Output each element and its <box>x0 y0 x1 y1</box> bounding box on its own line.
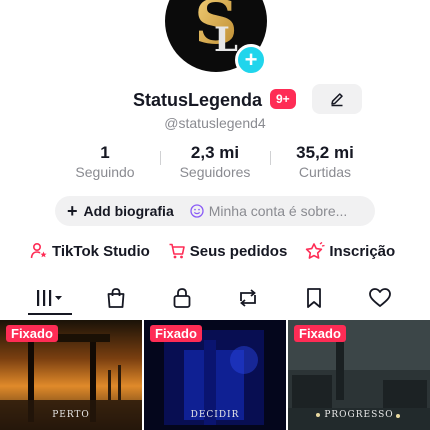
edit-profile-button[interactable] <box>312 84 362 114</box>
video-grid: Fixado PERTO Fixado DECIDIR Fixado PROGR… <box>0 320 430 430</box>
stat-value: 35,2 mi <box>296 143 354 162</box>
video-caption: DECIDIR <box>190 410 240 420</box>
heart-icon <box>369 288 391 307</box>
notification-badge[interactable]: 9+ <box>270 89 296 109</box>
stat-label: Curtidas <box>298 164 352 180</box>
tab-videos[interactable] <box>28 280 72 316</box>
tab-private[interactable] <box>160 280 204 316</box>
stat-likes[interactable]: 35,2 mi Curtidas <box>270 143 380 183</box>
profile-shortcuts: TikTok Studio Seus pedidos Inscrição <box>30 240 410 262</box>
profile-handle: @statuslegend4 <box>164 115 266 131</box>
tab-reposts[interactable] <box>226 280 270 316</box>
bio-bar: + Add biografia Minha conta é sobre... <box>55 196 375 226</box>
pencil-icon <box>331 93 343 107</box>
person-star-icon <box>30 242 47 259</box>
stat-followers[interactable]: 2,3 mi Seguidores <box>160 143 270 183</box>
tab-saved[interactable] <box>292 280 336 316</box>
stat-label: Seguidores <box>179 164 251 180</box>
video-thumbnail[interactable]: Fixado PERTO <box>0 320 142 430</box>
smiley-icon <box>190 204 204 218</box>
add-bio-label: Add biografia <box>83 203 174 219</box>
active-tab-indicator <box>28 313 72 315</box>
profile-stats: 1 Seguindo 2,3 mi Seguidores 35,2 mi Cur… <box>50 143 380 183</box>
add-bio-button[interactable]: + Add biografia <box>67 201 174 222</box>
bookmark-icon <box>307 288 321 308</box>
stat-label: Seguindo <box>75 164 135 180</box>
tab-liked[interactable] <box>358 280 402 316</box>
avatar-container[interactable]: S L + <box>165 0 267 76</box>
status-button[interactable]: Minha conta é sobre... <box>190 203 348 219</box>
repost-icon <box>240 289 256 307</box>
video-thumbnail[interactable]: Fixado PROGRESSO <box>288 320 430 430</box>
pinned-badge: Fixado <box>6 325 58 342</box>
tab-shop[interactable] <box>94 280 138 316</box>
shortcut-label: Inscrição <box>329 242 396 260</box>
shop-bag-icon <box>107 288 125 308</box>
shortcut-orders[interactable]: Seus pedidos <box>168 240 288 262</box>
stat-value: 2,3 mi <box>190 143 240 162</box>
pinned-badge: Fixado <box>150 325 202 342</box>
status-placeholder: Minha conta é sobre... <box>208 203 348 219</box>
username: StatusLegenda <box>133 90 263 110</box>
video-thumbnail[interactable]: Fixado DECIDIR <box>144 320 286 430</box>
cart-icon <box>169 243 185 259</box>
add-avatar-button[interactable]: + <box>235 44 267 76</box>
stat-following[interactable]: 1 Seguindo <box>50 143 160 183</box>
pinned-badge: Fixado <box>294 325 346 342</box>
shortcut-label: Seus pedidos <box>189 242 288 260</box>
shortcut-label: TikTok Studio <box>52 242 150 260</box>
video-caption: PERTO <box>52 410 90 420</box>
subscription-star-icon <box>306 242 325 259</box>
profile-name-row: StatusLegenda 9+ <box>0 84 430 114</box>
lock-icon <box>173 288 191 308</box>
videos-grid-icon <box>37 290 62 306</box>
stat-value: 1 <box>100 143 110 162</box>
profile-tabs <box>0 280 430 316</box>
svg-text:L: L <box>214 20 238 60</box>
video-caption: PROGRESSO <box>324 410 394 420</box>
plus-icon: + <box>67 200 78 221</box>
shortcut-subscription[interactable]: Inscrição <box>305 240 395 262</box>
shortcut-tiktok-studio[interactable]: TikTok Studio <box>30 240 150 262</box>
